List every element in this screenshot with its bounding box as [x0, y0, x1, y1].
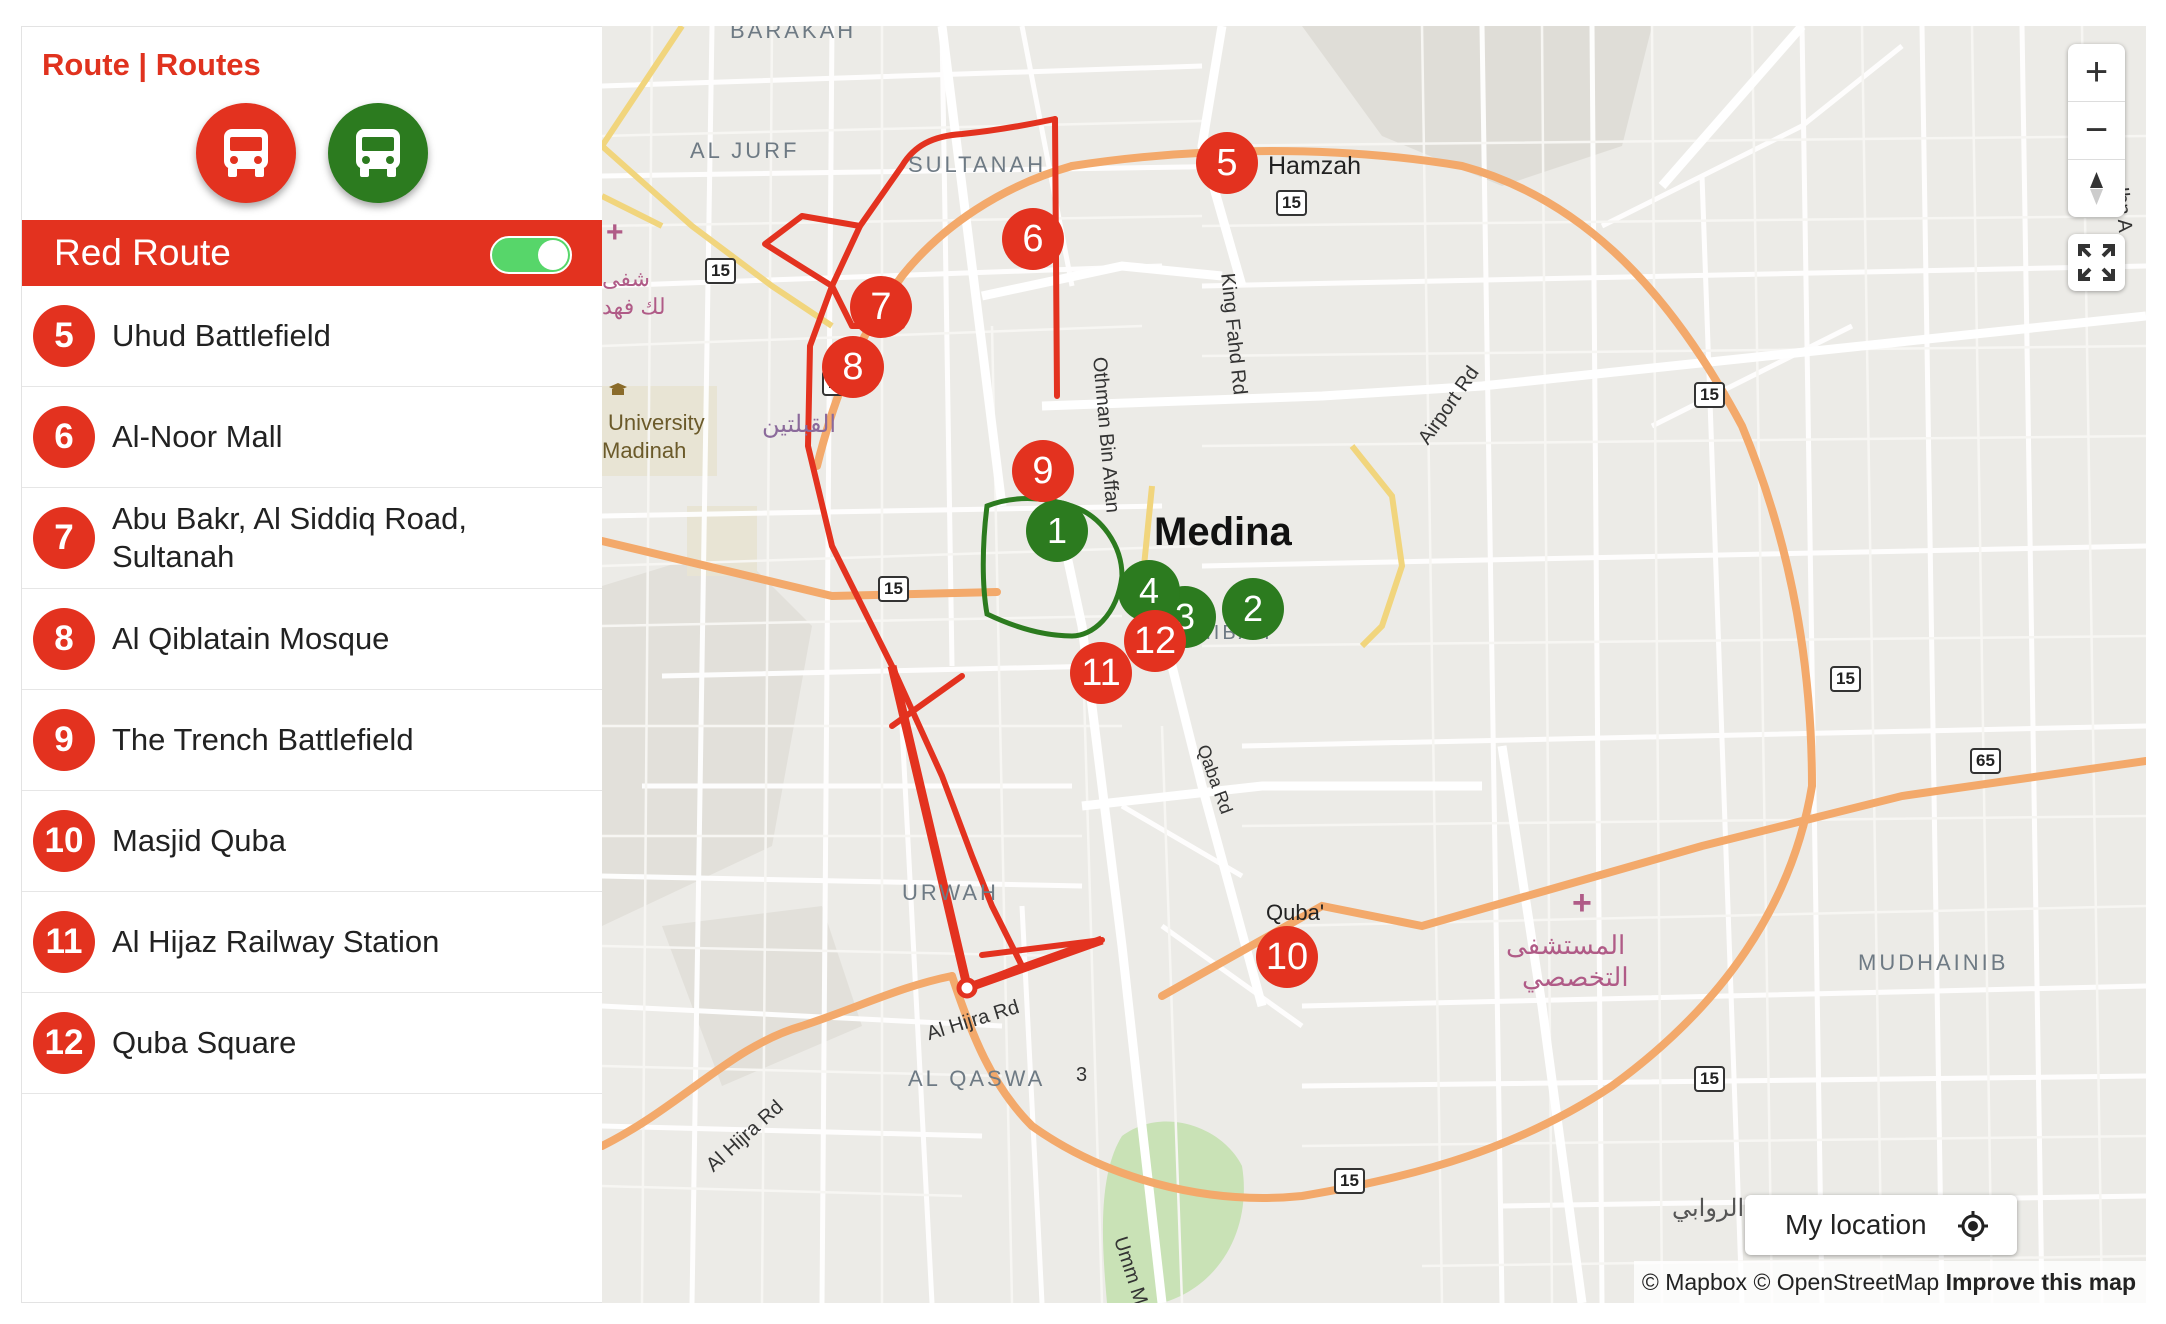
route-title: Red Route	[54, 232, 231, 273]
my-location-label: My location	[1785, 1209, 1927, 1240]
red-stop-marker[interactable]: 5	[1196, 132, 1258, 194]
red-stop-marker[interactable]: 8	[822, 336, 884, 398]
red-route-terminus	[956, 977, 978, 999]
stop-number-badge: 5	[33, 305, 95, 367]
route-shield: 15	[1334, 1168, 1365, 1194]
plus-icon: +	[2084, 50, 2109, 94]
green-stop-marker[interactable]: 1	[1026, 500, 1088, 562]
route-shield: 15	[705, 258, 736, 284]
route-panel: Route | Routes Red Route 5 Uhud Battlefi…	[21, 26, 603, 1303]
fullscreen-control	[2068, 234, 2125, 291]
zoom-in-button[interactable]: +	[2068, 44, 2125, 102]
area-label-al-jurf: AL JURF	[690, 138, 800, 163]
stop-item[interactable]: 5 Uhud Battlefield	[22, 286, 603, 387]
green-route-bus-button[interactable]	[328, 103, 428, 203]
map-view[interactable]: BARAKAH AL JURF SULTANAH Hamzah Othman B…	[602, 26, 2146, 1303]
route-toggle[interactable]	[490, 236, 572, 274]
route-shield: 65	[1970, 748, 2001, 774]
poi-label-hospital-ar-2: التخصصي	[1522, 962, 1629, 992]
toggle-knob	[538, 240, 568, 270]
red-stop-marker[interactable]: 12	[1124, 610, 1186, 672]
place-label-hamzah: Hamzah	[1268, 152, 1362, 180]
red-route-bus-button[interactable]	[196, 103, 296, 203]
stop-name: Masjid Quba	[112, 823, 287, 858]
my-location-button[interactable]: My location	[1745, 1195, 2017, 1255]
red-stop-marker[interactable]: 10	[1256, 926, 1318, 988]
stop-item[interactable]: 6 Al-Noor Mall	[22, 387, 603, 488]
area-label-qaswa-num: 3	[1076, 1064, 1088, 1086]
stop-item[interactable]: 8 Al Qiblatain Mosque	[22, 589, 603, 690]
map-attribution: © Mapbox © OpenStreetMap Improve this ma…	[1633, 1261, 2146, 1303]
university-icon	[608, 382, 628, 398]
stop-number-badge: 6	[33, 406, 95, 468]
stop-name: Al Qiblatain Mosque	[112, 621, 390, 656]
stop-number-badge: 10	[33, 810, 95, 872]
route-shield: 15	[1830, 666, 1861, 692]
poi-label-shifa-ar: شفى	[602, 266, 650, 291]
zoom-out-button[interactable]: −	[2068, 102, 2125, 160]
bus-icon	[224, 129, 268, 177]
stop-item[interactable]: 10 Masjid Quba	[22, 791, 603, 892]
zoom-controls: + −	[2068, 44, 2125, 217]
attribution-improve[interactable]: Improve this map	[1946, 1269, 2136, 1295]
area-label-mudhainib: MUDHAINIB	[1858, 950, 2009, 975]
area-label-sultanah: SULTANAH	[908, 152, 1047, 177]
stop-number-badge: 7	[33, 507, 95, 569]
poi-label-university: University	[608, 410, 705, 435]
attribution-osm[interactable]: © OpenStreetMap	[1753, 1269, 1939, 1295]
poi-label-hospital-ar-1: المستشفى	[1506, 930, 1626, 960]
fullscreen-button[interactable]	[2068, 234, 2125, 291]
attribution-mapbox[interactable]: © Mapbox	[1642, 1269, 1747, 1295]
red-stop-marker[interactable]: 6	[1002, 208, 1064, 270]
area-label-al-qaswa: AL QASWA	[908, 1066, 1046, 1091]
hospital-icon: +	[1572, 884, 1592, 922]
fullscreen-icon	[2078, 244, 2115, 281]
place-label-quba: Quba'	[1266, 900, 1325, 925]
map-canvas[interactable]	[602, 26, 2146, 1303]
poi-label-qiblatain-ar: القبلتين	[762, 411, 837, 438]
stop-name: Al Hijaz Railway Station	[112, 924, 440, 959]
stop-item[interactable]: 11 Al Hijaz Railway Station	[22, 892, 603, 993]
area-label-barakah: BARAKAH	[730, 26, 857, 43]
poi-label-madinah: Madinah	[602, 438, 687, 463]
stop-item[interactable]: 7 Abu Bakr, Al Siddiq Road, Sultanah	[22, 488, 603, 589]
stop-name: Abu Bakr, Al Siddiq Road, Sultanah	[112, 501, 468, 574]
green-stop-marker[interactable]: 2	[1222, 578, 1284, 640]
poi-label-fahd-ar: لك فهد	[602, 294, 666, 319]
route-shield: 15	[1276, 190, 1307, 216]
red-stop-marker[interactable]: 7	[850, 276, 912, 338]
route-header: Red Route	[22, 220, 603, 286]
minus-icon: −	[2084, 108, 2109, 152]
stop-item[interactable]: 12 Quba Square	[22, 993, 603, 1094]
compass-icon	[2090, 172, 2103, 205]
red-stop-marker[interactable]: 9	[1012, 440, 1074, 502]
hospital-icon: +	[606, 216, 624, 249]
route-shield: 15	[1694, 1066, 1725, 1092]
stop-name: Quba Square	[112, 1025, 297, 1060]
stop-name: Al-Noor Mall	[112, 419, 283, 454]
compass-button[interactable]	[2068, 160, 2125, 217]
area-label-urwah: URWAH	[902, 880, 999, 905]
stop-number-badge: 8	[33, 608, 95, 670]
red-stop-marker[interactable]: 11	[1070, 642, 1132, 704]
stop-name: Uhud Battlefield	[112, 318, 331, 353]
route-heading[interactable]: Route | Routes	[42, 47, 261, 83]
place-label-rawabi-ar: الروابي	[1672, 1195, 1745, 1222]
stop-number-badge: 9	[33, 709, 95, 771]
route-shield: 15	[1694, 382, 1725, 408]
stop-number-badge: 11	[33, 911, 95, 973]
stop-list: 5 Uhud Battlefield 6 Al-Noor Mall 7 Abu …	[22, 286, 603, 1094]
stop-number-badge: 12	[33, 1012, 95, 1074]
crosshair-icon	[1958, 1211, 1988, 1241]
stop-name: The Trench Battlefield	[112, 722, 414, 757]
bus-icon	[356, 129, 400, 177]
stop-item[interactable]: 9 The Trench Battlefield	[22, 690, 603, 791]
route-shield: 15	[878, 576, 909, 602]
city-label-medina: Medina	[1154, 510, 1292, 554]
